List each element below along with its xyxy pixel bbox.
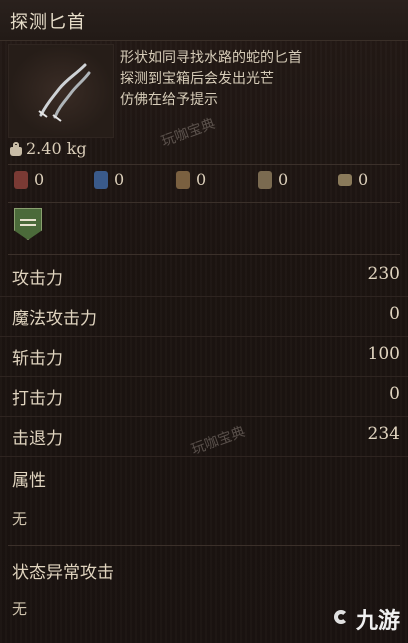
status-attack-value: 无 xyxy=(12,600,28,618)
stat-value: 230 xyxy=(367,264,400,284)
stat-row-attack: 攻击力 230 xyxy=(0,256,408,296)
chest-icon xyxy=(338,173,352,186)
item-detail-panel: 探测匕首 形状如同寻找水路的蛇的匕首 探测到宝箱后会发出光芒 仿佛在给予提示 2… xyxy=(0,0,408,643)
stat-label: 击退力 xyxy=(12,429,63,449)
stat-label: 斩击力 xyxy=(12,349,63,369)
title-bar: 探测匕首 xyxy=(0,0,408,41)
description-line: 探测到宝箱后会发出光芒 xyxy=(120,71,274,87)
stat-label: 魔法攻击力 xyxy=(12,309,97,329)
stat-label: 打击力 xyxy=(12,389,63,409)
attribute-label: 属性 xyxy=(12,471,46,491)
dexterity-icon xyxy=(94,170,108,189)
row-separator xyxy=(0,456,408,457)
status-attack-label: 状态异常攻击 xyxy=(12,563,114,583)
intelligence-icon xyxy=(176,170,190,189)
stat-value: 0 xyxy=(389,384,400,404)
strength-icon xyxy=(14,170,28,189)
stat-row-strike: 打击力 0 xyxy=(0,376,408,416)
weight-value: 2.40 kg xyxy=(26,139,87,158)
description-line: 形状如同寻找水路的蛇的匕首 xyxy=(120,50,302,66)
stat-row-slash: 斩击力 100 xyxy=(0,336,408,376)
attribute-value: 无 xyxy=(12,510,28,528)
divider xyxy=(8,254,400,255)
logo-mark-icon xyxy=(332,608,354,630)
requirements-row: 0 0 0 0 0 xyxy=(0,170,408,198)
weight-icon xyxy=(10,141,22,156)
divider xyxy=(8,545,400,546)
requirement-intelligence: 0 xyxy=(176,170,206,189)
item-description: 形状如同寻找水路的蛇的匕首 探测到宝箱后会发出光芒 仿佛在给予提示 xyxy=(120,48,400,111)
faith-icon xyxy=(258,170,272,189)
stat-value: 100 xyxy=(367,344,400,364)
requirement-dexterity: 0 xyxy=(94,170,124,189)
weapon-category-icon xyxy=(14,208,42,240)
watermark: 玩咖宝典 xyxy=(159,115,218,151)
divider xyxy=(8,164,400,165)
requirement-value: 0 xyxy=(34,170,45,189)
stat-row-magic-attack: 魔法攻击力 0 xyxy=(0,296,408,336)
requirement-value: 0 xyxy=(358,170,369,189)
stat-value: 0 xyxy=(389,304,400,324)
requirement-chest: 0 xyxy=(338,170,368,189)
description-line: 仿佛在给予提示 xyxy=(120,92,218,108)
item-name: 探测匕首 xyxy=(10,12,86,33)
requirement-value: 0 xyxy=(278,170,289,189)
requirement-faith: 0 xyxy=(258,170,288,189)
divider xyxy=(8,202,400,203)
stat-value: 234 xyxy=(367,424,400,444)
dagger-icon xyxy=(38,63,91,122)
item-icon-frame xyxy=(8,44,114,138)
item-weight: 2.40 kg xyxy=(10,139,87,158)
requirement-value: 0 xyxy=(114,170,125,189)
logo-text: 九游 xyxy=(355,609,400,634)
site-logo: 九游 xyxy=(332,603,400,635)
stat-label: 攻击力 xyxy=(12,269,63,289)
requirement-value: 0 xyxy=(196,170,207,189)
requirement-strength: 0 xyxy=(14,170,44,189)
